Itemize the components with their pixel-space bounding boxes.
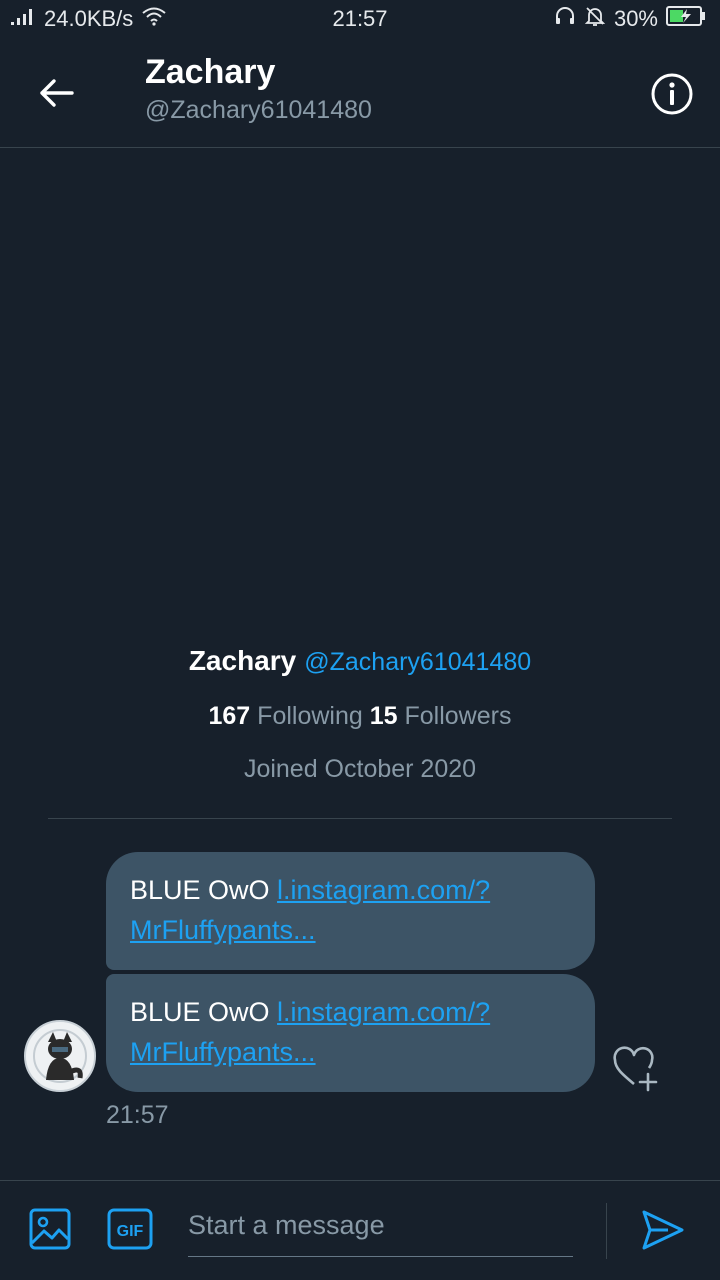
battery-icon (666, 5, 706, 33)
gif-label: GIF (117, 1223, 144, 1240)
composer-divider (606, 1203, 607, 1259)
message-text: BLUE OwO (130, 997, 278, 1027)
conversation-handle: @Zachary61041480 (145, 96, 372, 124)
joined-date: Joined October 2020 (243, 755, 477, 783)
avatar[interactable] (24, 1020, 96, 1092)
profile-stats: 167 Following 15 Followers (0, 702, 720, 731)
heart-plus-icon (613, 1046, 658, 1092)
send-button[interactable] (640, 1207, 686, 1253)
message-input[interactable] (188, 1195, 573, 1257)
message-timestamp: 21:57 (106, 1101, 169, 1129)
following-label[interactable]: Following (257, 702, 363, 730)
back-arrow-icon (40, 79, 74, 107)
conversation-title: Zachary (145, 53, 276, 91)
battery-percent: 30% (613, 6, 658, 31)
profile-name-line[interactable]: Zachary @Zachary61041480 (0, 645, 720, 677)
following-count[interactable]: 167 (209, 702, 251, 730)
signal-icon (10, 6, 36, 32)
mute-bell-icon (584, 5, 606, 33)
message-bubble[interactable]: BLUE OwO l.instagram.com/? MrFluffypants.… (106, 852, 595, 970)
message-composer: GIF (0, 1180, 720, 1280)
headset-icon (554, 5, 576, 33)
status-bar: 24.0KB/s 21:57 30% (0, 0, 720, 38)
info-icon (651, 73, 693, 115)
media-button[interactable] (28, 1207, 72, 1251)
gif-icon: GIF (107, 1208, 153, 1250)
react-button[interactable] (612, 1046, 662, 1092)
back-button[interactable] (30, 70, 82, 116)
send-icon (642, 1210, 684, 1250)
gif-button[interactable]: GIF (107, 1208, 153, 1250)
followers-label[interactable]: Followers (405, 702, 512, 730)
image-icon (29, 1208, 71, 1250)
profile-divider (48, 818, 672, 819)
status-time: 21:57 (332, 6, 388, 31)
message-text: BLUE OwO (130, 875, 278, 905)
followers-count[interactable]: 15 (370, 702, 398, 730)
wifi-icon (141, 6, 167, 32)
info-button[interactable] (648, 70, 696, 118)
profile-name[interactable]: Zachary (189, 645, 296, 676)
network-speed: 24.0KB/s (44, 6, 134, 31)
profile-handle[interactable]: @Zachary61041480 (304, 648, 531, 676)
conversation-header: Zachary @Zachary61041480 (0, 38, 720, 148)
message-bubble[interactable]: BLUE OwO l.instagram.com/? MrFluffypants.… (106, 974, 595, 1092)
